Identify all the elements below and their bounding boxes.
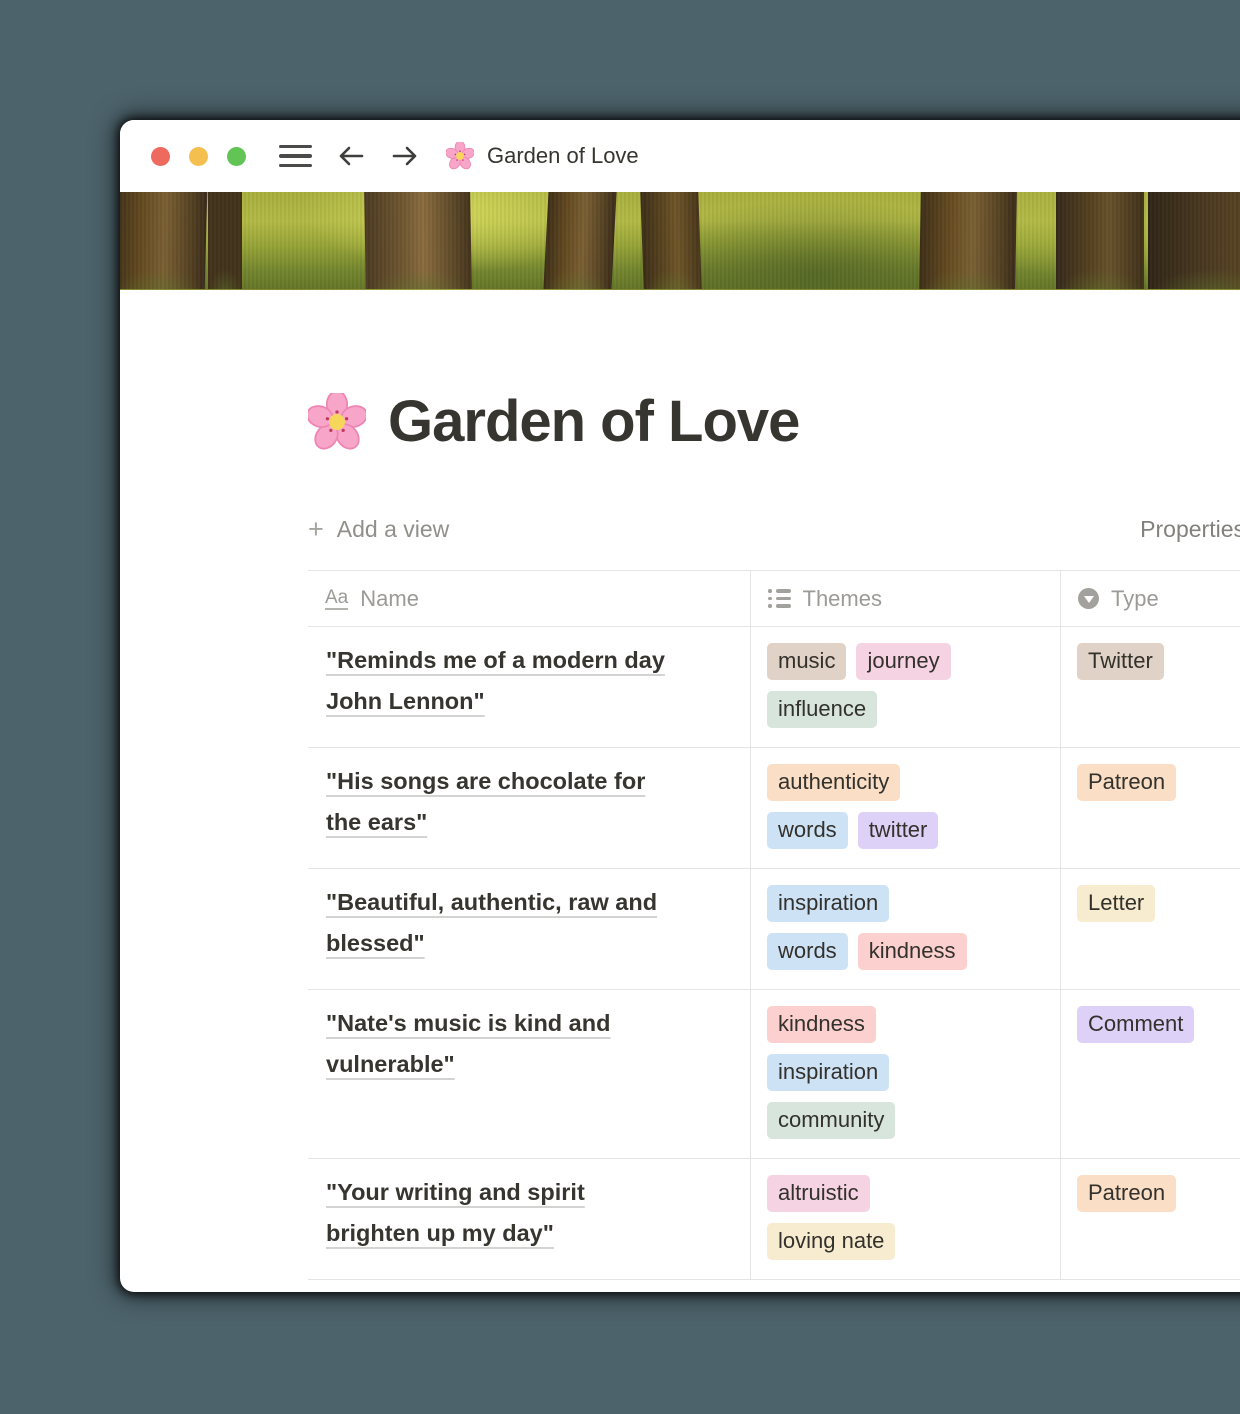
column-label: Themes [803,586,882,612]
title-property-icon: Aa [325,588,348,610]
theme-tag[interactable]: twitter [858,812,939,849]
add-view-button[interactable]: + Add a view [308,516,449,543]
column-header-name[interactable]: Aa Name [308,571,751,626]
theme-tag[interactable]: authenticity [767,764,900,801]
tag-line: words kindness [767,933,1046,970]
view-toolbar: + Add a view Properties [308,509,1240,549]
cover-tree-trunk [364,192,472,290]
page-body: Garden of Love + Add a view Properties A… [120,388,1240,1292]
type-tag[interactable]: Patreon [1077,1175,1176,1212]
table-row: "His songs are chocolate for the ears" au… [308,748,1240,869]
add-view-label: Add a view [337,516,450,543]
hamburger-icon[interactable] [279,145,312,168]
type-cell[interactable]: Letter [1061,869,1240,989]
type-cell[interactable]: Patreon [1061,748,1240,868]
tag-line: inspiration [767,1054,1046,1091]
database-table: Aa Name Themes Type "Reminds me of a modern… [308,570,1240,1292]
page-heading: Garden of Love [308,388,1240,455]
cherry-blossom-icon[interactable] [308,393,366,451]
cover-tree-trunk [919,192,1017,290]
theme-tag[interactable]: words [767,933,848,970]
tag-line: music journey [767,643,1046,680]
cover-tree-trunk [640,192,702,290]
type-tag[interactable]: Comment [1077,1006,1194,1043]
close-window-button[interactable] [151,147,170,166]
themes-cell[interactable]: altruistic loving nate [751,1159,1061,1279]
cover-tree-trunk [120,192,207,290]
cover-tree-trunk [1148,192,1240,290]
themes-cell[interactable]: kindness inspiration community [751,990,1061,1158]
tag-line: inspiration [767,885,1046,922]
theme-tag[interactable]: words [767,812,848,849]
forward-arrow-icon[interactable] [390,141,420,171]
tag-line: words twitter [767,812,1046,849]
column-label: Name [360,586,419,612]
theme-tag[interactable]: kindness [767,1006,876,1043]
theme-tag[interactable]: influence [767,691,877,728]
properties-button[interactable]: Properties [1140,516,1240,543]
multi-select-property-icon [768,589,791,608]
table-body: "Reminds me of a modern day John Lennon"… [308,627,1240,1280]
cover-image [120,192,1240,290]
back-arrow-icon[interactable] [336,141,366,171]
zoom-window-button[interactable] [227,147,246,166]
tag-line: loving nate [767,1223,1046,1260]
tag-line: authenticity [767,764,1046,801]
cover-tree-trunk [1056,192,1144,290]
name-cell[interactable]: "Your writing and spirit brighten up my … [308,1159,751,1279]
name-cell[interactable]: "Reminds me of a modern day John Lennon" [308,627,751,747]
type-tag[interactable]: Patreon [1077,764,1176,801]
themes-cell[interactable]: authenticity words twitter [751,748,1061,868]
page-link[interactable]: "Your writing and spirit brighten up my … [326,1172,674,1254]
page-link[interactable]: "His songs are chocolate for the ears" [326,761,674,843]
tag-line: community [767,1102,1046,1139]
type-tag[interactable]: Letter [1077,885,1155,922]
themes-cell[interactable]: inspiration words kindness [751,869,1061,989]
type-tag[interactable]: Twitter [1077,643,1164,680]
type-cell[interactable]: Comment [1061,990,1240,1158]
page-link[interactable]: "Beautiful, authentic, raw and blessed" [326,882,674,964]
page-link[interactable]: "Nate's music is kind and vulnerable" [326,1003,674,1085]
column-header-type[interactable]: Type [1061,571,1240,626]
name-cell[interactable]: "Beautiful, authentic, raw and blessed" [308,869,751,989]
app-window: Garden of Love Garden of Love + Add a vi… [120,120,1240,1292]
window-title: Garden of Love [487,143,639,169]
table-row: "Nate's music is kind and vulnerable" kin… [308,990,1240,1159]
select-property-icon [1078,588,1099,609]
theme-tag[interactable]: loving nate [767,1223,895,1260]
cover-tree-trunk [543,192,616,290]
column-label: Type [1111,586,1159,612]
type-cell[interactable]: Patreon [1061,1159,1240,1279]
table-row: "Your writing and spirit brighten up my … [308,1159,1240,1280]
theme-tag[interactable]: inspiration [767,1054,889,1091]
name-cell[interactable]: "His songs are chocolate for the ears" [308,748,751,868]
table-row: "Reminds me of a modern day John Lennon"… [308,627,1240,748]
type-cell[interactable]: Twitter [1061,627,1240,747]
page-title[interactable]: Garden of Love [388,388,799,455]
tag-line: kindness [767,1006,1046,1043]
name-cell[interactable]: "Nate's music is kind and vulnerable" [308,990,751,1158]
table-header-row: Aa Name Themes Type [308,570,1240,627]
theme-tag[interactable]: music [767,643,846,680]
tag-line: influence [767,691,1046,728]
plus-icon: + [308,516,324,543]
column-header-themes[interactable]: Themes [751,571,1061,626]
tag-line: altruistic [767,1175,1046,1212]
table-footer: COUNT 6 [308,1280,1240,1292]
page-link[interactable]: "Reminds me of a modern day John Lennon" [326,640,674,722]
minimize-window-button[interactable] [189,147,208,166]
theme-tag[interactable]: community [767,1102,895,1139]
page-background: { "window": { "titlebar": { "title": "Ga… [0,0,1240,1414]
table-row: "Beautiful, authentic, raw and blessed" i… [308,869,1240,990]
theme-tag[interactable]: kindness [858,933,967,970]
theme-tag[interactable]: journey [856,643,950,680]
count-calculation[interactable]: COUNT 6 [308,1280,751,1292]
theme-tag[interactable]: inspiration [767,885,889,922]
cover-tree-trunk [208,192,242,290]
traffic-lights [151,147,246,166]
themes-cell[interactable]: music journey influence [751,627,1061,747]
window-titlebar: Garden of Love [120,120,1240,192]
theme-tag[interactable]: altruistic [767,1175,870,1212]
cherry-blossom-icon [446,142,474,170]
